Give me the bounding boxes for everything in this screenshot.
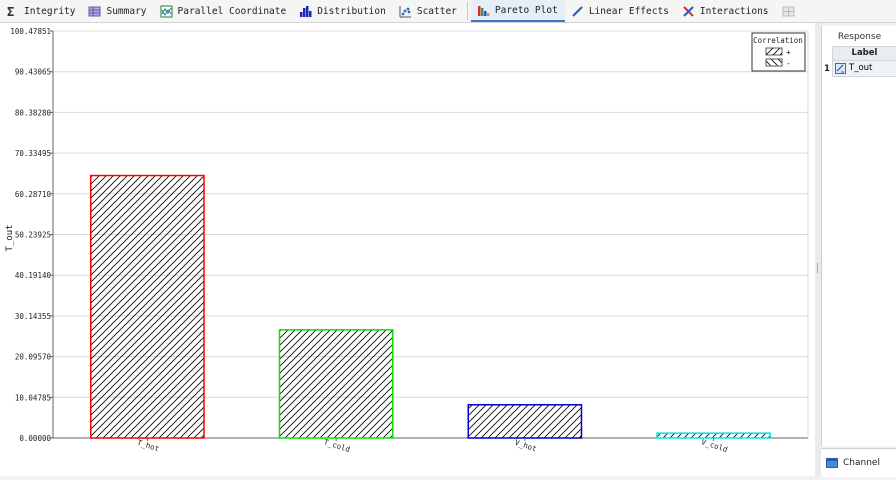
tab-label: Parallel Coordinate (177, 5, 287, 17)
toolbar-separator (466, 2, 468, 20)
y-tick-label: 0.00000 (19, 434, 51, 443)
response-panel: Response Label 1 T_out (821, 26, 896, 446)
y-tick-label: 30.14355 (15, 312, 51, 321)
channel-label: Channel (843, 458, 880, 468)
bar-t-hot[interactable] (90, 174, 205, 439)
y-tick-label: 50.23925 (15, 231, 51, 240)
tab-linear-effects[interactable]: Linear Effects (565, 0, 676, 22)
response-title: Response (837, 32, 882, 42)
channel-button[interactable]: Channel (821, 448, 896, 477)
tab-parallel-coordinate[interactable]: Parallel Coordinate (154, 0, 294, 22)
channel-icon (826, 458, 838, 468)
tab-integrity[interactable]: Σ Integrity (0, 0, 82, 22)
sigma-icon: Σ (7, 5, 14, 18)
legend-entry-negative: - (786, 59, 791, 68)
table-row[interactable]: 1 T_out (822, 60, 896, 77)
y-tick-label: 70.33495 (15, 149, 51, 158)
bar-v-cold[interactable] (656, 432, 771, 439)
response-variable-icon (835, 62, 846, 74)
interactions-icon (683, 5, 694, 17)
tab-summary[interactable]: Summary (82, 0, 153, 22)
response-table: Label 1 T_out (822, 46, 896, 77)
tab-label: Integrity (24, 5, 76, 17)
response-cell[interactable]: T_out (832, 60, 896, 77)
y-axis-label: T_out (5, 224, 15, 251)
tab-interactions[interactable]: Interactions (676, 0, 776, 22)
response-column-header: Label (832, 46, 896, 61)
legend-swatch-negative (765, 58, 783, 67)
legend-title: Correlation (753, 36, 803, 45)
tab-label: Interactions (699, 5, 769, 17)
svg-text:Σ: Σ (7, 5, 14, 18)
y-tick-label: 40.19140 (15, 271, 52, 280)
tab-label: Scatter (416, 5, 457, 17)
scatter-icon (399, 5, 411, 17)
tab-more[interactable] (776, 0, 807, 22)
pareto-chart: 0.00000 10.04785 20.09570 30.14355 40.19140 5… (5, 27, 809, 454)
tab-scatter[interactable]: Scatter (393, 0, 464, 22)
x-tick-label: T_cold (323, 437, 352, 454)
line-icon (572, 5, 583, 17)
legend: Correlation + - (751, 32, 806, 72)
pareto-plot-area: 0.00000 10.04785 20.09570 30.14355 40.19140 5… (0, 23, 815, 476)
tab-label: Pareto Plot (494, 4, 558, 16)
response-label: T_out (849, 63, 873, 73)
y-tick-label: 10.04785 (15, 393, 51, 402)
tab-pareto-plot[interactable]: Pareto Plot (470, 0, 565, 22)
x-tick-label: V_cold (700, 437, 729, 454)
bar-t-cold[interactable] (278, 329, 394, 439)
grid-icon (782, 6, 795, 16)
y-tick-label: 60.28710 (15, 190, 52, 199)
x-tick-labels: T_hot T_cold V_hot V_cold (136, 437, 729, 454)
y-tick-label: 100.47851 (10, 27, 51, 36)
tab-label: Summary (106, 5, 147, 17)
histogram-icon (300, 5, 312, 17)
tab-distribution[interactable]: Distribution (293, 0, 393, 22)
bars (90, 174, 771, 439)
tab-label: Linear Effects (588, 5, 669, 17)
row-number: 1 (824, 63, 830, 74)
toolbar: Σ Integrity Summary Parallel Coordinate … (0, 0, 896, 23)
table-icon (88, 6, 101, 16)
pareto-icon (477, 5, 490, 16)
y-tick-label: 80.38280 (15, 108, 52, 117)
legend-entry-positive: + (786, 48, 791, 57)
tab-label: Distribution (317, 5, 386, 17)
splitter-grip (817, 263, 818, 273)
legend-swatch-positive (765, 47, 783, 56)
parallel-coordinate-icon (160, 5, 173, 17)
y-tick-label: 90.43065 (15, 68, 51, 77)
x-tick-label: V_hot (514, 438, 538, 454)
bar-v-hot[interactable] (467, 404, 583, 439)
y-tick-label: 20.09570 (15, 353, 52, 362)
y-tick-labels: 0.00000 10.04785 20.09570 30.14355 40.19140 5… (10, 27, 53, 443)
x-tick-label: T_hot (136, 438, 160, 454)
